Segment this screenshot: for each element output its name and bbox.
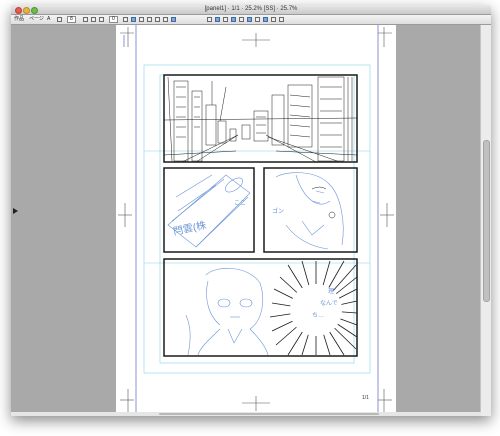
hand-tool-icon[interactable]: [99, 17, 104, 22]
balloon-icon[interactable]: [247, 17, 252, 22]
grid-icon[interactable]: [123, 17, 128, 22]
snap-icon[interactable]: [147, 17, 152, 22]
horizontal-scroll-thumb[interactable]: [159, 413, 379, 415]
document-canvas[interactable]: 閂雲(株 ここ ゴン 理 なんで ち… 1/1: [11, 25, 481, 416]
page-artwork: 閂雲(株 ここ ゴン 理 なんで ち… 1/1: [118, 25, 394, 416]
svg-text:ち…: ち…: [312, 312, 324, 319]
brush-icon[interactable]: [215, 17, 220, 22]
bleed-guides: [123, 25, 379, 416]
select-tool-icon[interactable]: [57, 17, 62, 22]
guide-icon[interactable]: [139, 17, 144, 22]
flip-icon[interactable]: [91, 17, 96, 22]
horizontal-scrollbar[interactable]: [11, 412, 481, 416]
vertical-scroll-thumb[interactable]: [483, 140, 490, 302]
panel-2: 閂雲(株 ここ: [163, 167, 255, 253]
panel-tool-icon[interactable]: [263, 17, 268, 22]
sign-sketch-text: 閂雲(株: [172, 218, 207, 238]
sign-balloon-text: ここ: [234, 200, 246, 207]
panel-3: ゴン: [263, 167, 358, 253]
window-title: [panel1] · 1/1 · 25.2% [SS] · 25.7%: [204, 6, 298, 12]
fill-icon[interactable]: [231, 17, 236, 22]
panel-4: 理 なんで ち…: [163, 258, 358, 357]
toolbar-item-a[interactable]: A: [47, 16, 50, 23]
collapse-arrow-icon[interactable]: [13, 208, 18, 214]
pen-icon[interactable]: [207, 17, 212, 22]
effect-line-icon[interactable]: [271, 17, 276, 22]
panel3-sketch-text: ゴン: [272, 207, 284, 215]
toolbar-item-page[interactable]: ページ: [29, 16, 44, 23]
svg-text:なんで: なんで: [320, 300, 338, 307]
crop-marks: [118, 27, 394, 413]
tone-icon[interactable]: [255, 17, 260, 22]
angle-select[interactable]: 0: [109, 16, 118, 23]
vertical-scrollbar[interactable]: [480, 25, 491, 416]
eraser-icon[interactable]: [223, 17, 228, 22]
manga-page[interactable]: 閂雲(株 ここ ゴン 理 なんで ち… 1/1: [116, 25, 396, 416]
text-tool-icon[interactable]: [239, 17, 244, 22]
rotate-icon[interactable]: [83, 17, 88, 22]
panel-1: [163, 74, 358, 163]
settings-icon[interactable]: [279, 17, 284, 22]
ruler-icon[interactable]: [131, 17, 136, 22]
app-window: [panel1] · 1/1 · 25.2% [SS] · 25.7% 作品 ペ…: [11, 5, 491, 416]
title-bar: [panel1] · 1/1 · 25.2% [SS] · 25.7%: [11, 5, 491, 15]
svg-text:理: 理: [328, 288, 334, 295]
layer-icon[interactable]: [155, 17, 160, 22]
frame-icon[interactable]: [163, 17, 168, 22]
toolbar: 作品 ページ A 8 0: [11, 15, 491, 25]
color-icon[interactable]: [171, 17, 176, 22]
toolbar-item-work[interactable]: 作品: [14, 16, 24, 23]
page-number-label: 1/1: [362, 395, 369, 401]
zoom-select[interactable]: 8: [67, 16, 76, 23]
